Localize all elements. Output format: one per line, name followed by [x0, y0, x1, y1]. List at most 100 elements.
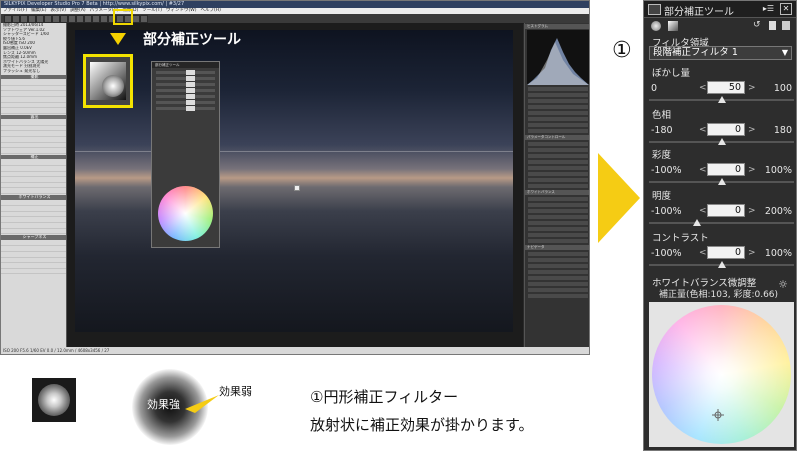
toolbar-button[interactable] [60, 15, 68, 23]
panel-control[interactable] [528, 258, 588, 262]
panel-section-header[interactable]: 露出 [1, 114, 66, 120]
decrement-icon[interactable]: < [699, 83, 707, 93]
toolbar-button[interactable] [36, 15, 44, 23]
panel-section-header[interactable]: 撮影 [1, 74, 66, 80]
slider-thumb[interactable] [693, 219, 702, 226]
delete-icon[interactable] [782, 21, 790, 30]
slider-thumb[interactable] [717, 96, 726, 103]
toolbar-button[interactable] [68, 15, 76, 23]
close-icon[interactable]: ✕ [780, 3, 792, 15]
slider-thumb[interactable] [717, 138, 726, 145]
slider-value-input[interactable]: 0 [707, 123, 745, 136]
slider-thumb[interactable] [717, 178, 726, 185]
mini-slider[interactable] [156, 88, 215, 93]
panel-control[interactable] [528, 111, 588, 115]
increment-icon[interactable]: > [748, 248, 756, 258]
panel-heading[interactable]: ナビゲータ [525, 245, 589, 250]
panel-control[interactable] [528, 160, 588, 164]
panel-control[interactable] [528, 87, 588, 91]
panel-control[interactable] [528, 233, 588, 237]
toolbar-button[interactable] [76, 15, 84, 23]
slider-value-input[interactable]: 50 [707, 81, 745, 94]
mini-color-wheel[interactable] [158, 186, 213, 241]
slider-value-input[interactable]: 0 [707, 204, 745, 217]
panel-control[interactable] [528, 129, 588, 133]
panel-heading[interactable]: ヒストグラム [525, 24, 589, 29]
panel-control[interactable] [528, 148, 588, 152]
panel-heading[interactable]: ホワイトバランス [525, 190, 589, 195]
mini-slider[interactable] [156, 100, 215, 105]
mini-slider[interactable] [156, 76, 215, 81]
copy-icon[interactable] [769, 21, 776, 30]
increment-icon[interactable]: > [748, 83, 756, 93]
mini-slider[interactable] [156, 82, 215, 87]
panel-control[interactable] [528, 99, 588, 103]
toolbar-button[interactable] [100, 15, 108, 23]
panel-control[interactable] [528, 221, 588, 225]
panel-control[interactable] [528, 239, 588, 243]
menu-item[interactable]: ウィンドウ(W) [166, 8, 196, 13]
reset-icon[interactable]: ↺ [753, 20, 763, 30]
panel-control[interactable] [528, 93, 588, 97]
crosshair-icon[interactable] [712, 409, 724, 421]
panel-control[interactable] [528, 203, 588, 207]
panel-control[interactable] [528, 166, 588, 170]
wb-picker-icon[interactable]: ☼ [778, 278, 788, 291]
panel-control[interactable] [528, 209, 588, 213]
panel-section-header[interactable]: シャープネス [1, 235, 66, 240]
panel-control[interactable] [528, 117, 588, 121]
toolbar-button[interactable] [92, 15, 100, 23]
increment-icon[interactable]: > [748, 125, 756, 135]
mini-slider[interactable] [156, 106, 215, 111]
increment-icon[interactable]: > [748, 206, 756, 216]
mini-slider[interactable] [156, 70, 215, 75]
toolbar-button[interactable] [140, 15, 148, 23]
slider-value-input[interactable]: 0 [707, 246, 745, 259]
panel-control[interactable] [528, 282, 588, 286]
toolbar-button[interactable] [132, 15, 140, 23]
decrement-icon[interactable]: < [699, 125, 707, 135]
slider-track[interactable] [649, 222, 794, 224]
panel-control[interactable] [528, 294, 588, 298]
panel-control[interactable] [528, 270, 588, 274]
panel-control[interactable] [528, 288, 588, 292]
panel-control[interactable] [528, 264, 588, 268]
slider-thumb[interactable] [717, 261, 726, 268]
menu-item[interactable]: ヘルプ(H) [200, 8, 220, 13]
increment-icon[interactable]: > [748, 165, 756, 175]
panel-section-header[interactable]: ホワイトバランス [1, 195, 66, 200]
panel-control[interactable] [528, 276, 588, 280]
toolbar-button[interactable] [52, 15, 60, 23]
mini-slider[interactable] [156, 94, 215, 99]
panel-control[interactable] [528, 227, 588, 231]
panel-control[interactable] [528, 178, 588, 182]
circular-filter-icon[interactable] [651, 21, 661, 31]
toolbar-button[interactable] [84, 15, 92, 23]
menu-item[interactable]: 編集(E) [31, 8, 46, 13]
toolbar-button[interactable] [4, 15, 12, 23]
panel-control[interactable] [528, 154, 588, 158]
menu-item[interactable]: ツール(T) [142, 8, 162, 13]
menu-icon[interactable]: ▸☰ [763, 4, 774, 13]
panel-control[interactable] [528, 184, 588, 188]
menu-item[interactable]: ファイル(F) [3, 8, 27, 13]
panel-heading[interactable]: パラメータコントロール [525, 135, 589, 140]
panel-control[interactable] [528, 252, 588, 256]
panel-control[interactable] [528, 197, 588, 201]
slider-value-input[interactable]: 0 [707, 163, 745, 176]
filter-center-handle[interactable] [294, 185, 300, 191]
panel-control[interactable] [528, 105, 588, 109]
gradient-filter-line[interactable] [75, 151, 513, 152]
menu-item[interactable]: 調整(A) [70, 8, 86, 13]
filter-area-select[interactable]: 段階補正フィルタ 1 ▼ [649, 46, 792, 60]
decrement-icon[interactable]: < [699, 248, 707, 258]
panel-control[interactable] [528, 215, 588, 219]
panel-control[interactable] [528, 123, 588, 127]
decrement-icon[interactable]: < [699, 206, 707, 216]
decrement-icon[interactable]: < [699, 165, 707, 175]
toolbar-button[interactable] [12, 15, 20, 23]
gradient-filter-icon[interactable] [668, 21, 678, 31]
toolbar-button[interactable] [44, 15, 52, 23]
toolbar-button[interactable] [28, 15, 36, 23]
menu-item[interactable]: 表示(V) [50, 8, 66, 13]
